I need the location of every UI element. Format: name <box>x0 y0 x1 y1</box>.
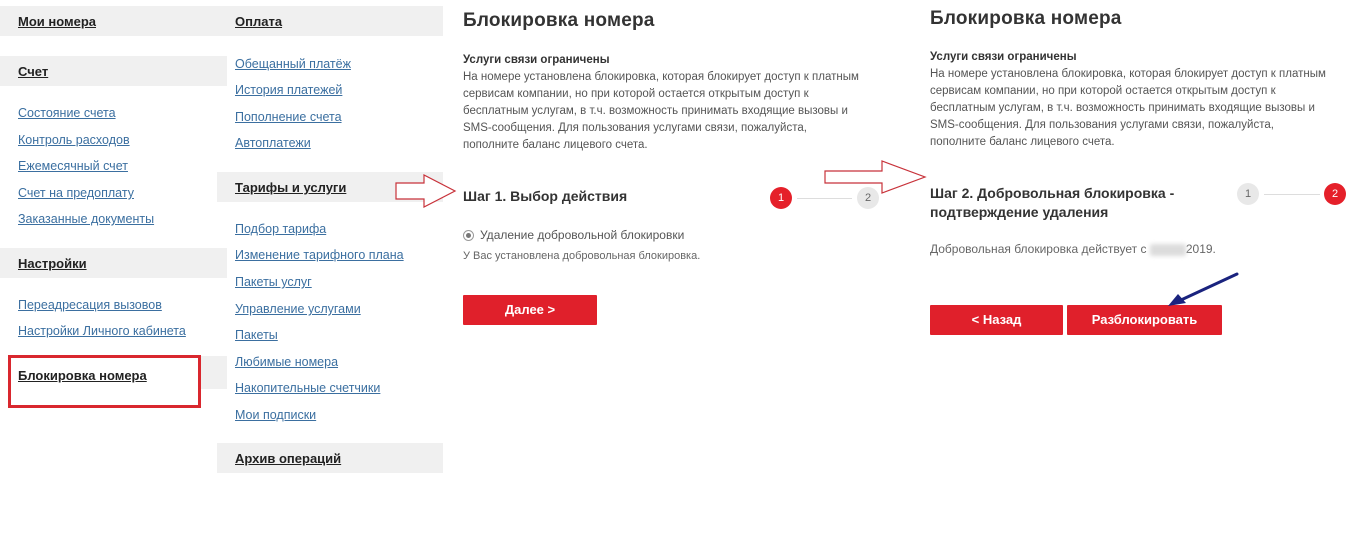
arrow-right-outline-icon <box>824 160 927 194</box>
arrow-right-outline-icon <box>395 174 457 208</box>
arrow-pointer-navy-icon <box>1168 272 1239 306</box>
annotation-overlay <box>395 160 1239 306</box>
